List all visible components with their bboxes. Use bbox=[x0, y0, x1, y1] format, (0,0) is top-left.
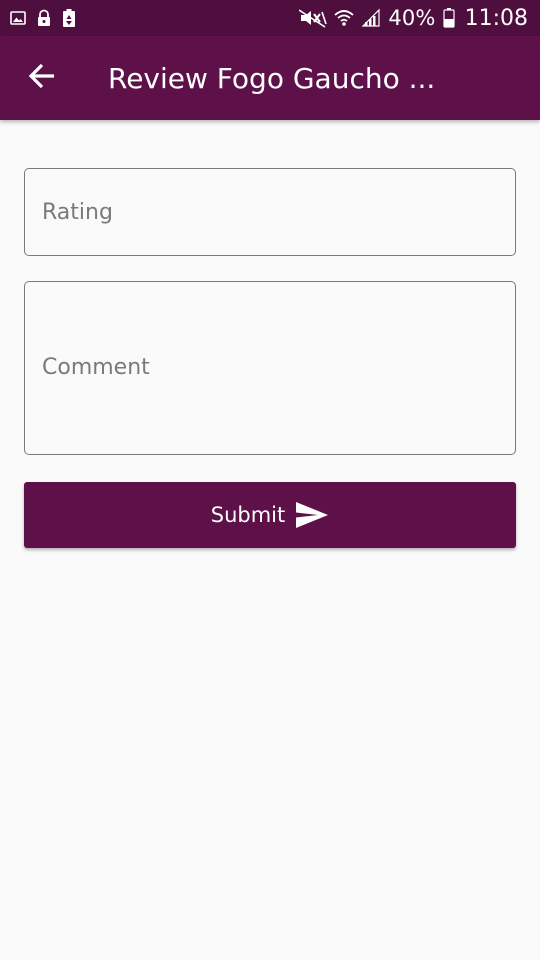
send-icon bbox=[295, 501, 329, 529]
status-bar: 40% 11:08 bbox=[0, 0, 540, 36]
battery-percentage: 40% bbox=[388, 6, 436, 30]
submit-label: Submit bbox=[210, 503, 286, 527]
app-bar: Review Fogo Gaucho ... bbox=[0, 36, 540, 120]
status-right-icons: 40% 11:08 bbox=[292, 6, 528, 31]
status-left-icons bbox=[10, 8, 86, 28]
lock-icon bbox=[36, 9, 52, 27]
page-title: Review Fogo Gaucho ... bbox=[108, 61, 436, 95]
battery-icon bbox=[442, 8, 455, 28]
mute-icon bbox=[299, 8, 328, 28]
image-icon bbox=[10, 10, 26, 26]
arrow-back-icon bbox=[28, 62, 56, 94]
rating-input[interactable] bbox=[24, 168, 516, 256]
back-button[interactable] bbox=[14, 50, 70, 106]
signal-icon bbox=[361, 8, 381, 28]
wifi-icon bbox=[334, 8, 354, 28]
recycle-icon bbox=[62, 8, 76, 28]
clock: 11:08 bbox=[464, 5, 528, 31]
submit-button[interactable]: Submit bbox=[24, 482, 516, 548]
comment-input[interactable] bbox=[24, 281, 516, 455]
